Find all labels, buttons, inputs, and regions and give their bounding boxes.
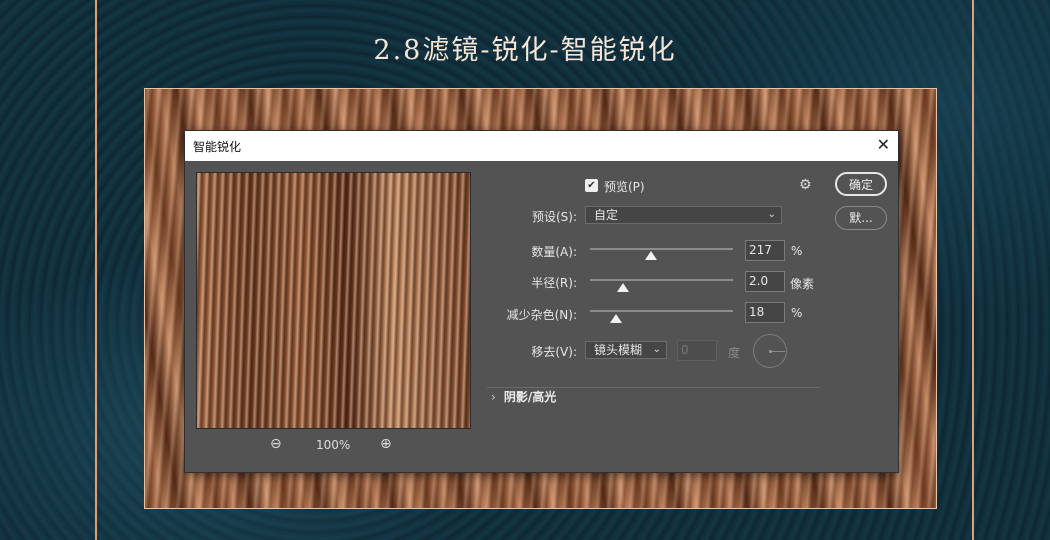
chevron-down-icon: ⌄: [652, 344, 661, 355]
radius-slider[interactable]: [590, 279, 733, 281]
smart-sharpen-dialog: 智能锐化 ✕ ⊖ 100% ⊕ ✔ 预览(P) ⚙ 确定 默... 预设(S):…: [184, 130, 899, 473]
noise-slider-thumb[interactable]: [609, 314, 622, 323]
amount-label: 数量(A):: [531, 245, 577, 259]
radius-label: 半径(R):: [531, 276, 577, 290]
amount-input[interactable]: 217: [745, 240, 785, 261]
amount-slider[interactable]: [590, 248, 733, 250]
radius-unit: 像素: [790, 277, 815, 291]
zoom-in-icon[interactable]: ⊕: [380, 436, 392, 452]
shadow-highlight-section[interactable]: › 阴影/高光: [491, 388, 556, 405]
noise-slider[interactable]: [590, 310, 733, 312]
amount-slider-thumb[interactable]: [645, 251, 658, 260]
default-button[interactable]: 默...: [835, 206, 887, 230]
ok-button[interactable]: 确定: [835, 172, 887, 196]
angle-unit: 度: [728, 346, 741, 360]
preview-image[interactable]: [196, 172, 471, 429]
remove-value: 镜头模糊: [594, 343, 643, 357]
preset-value: 自定: [594, 208, 619, 222]
angle-dial[interactable]: [753, 334, 787, 368]
slide-title: 2.8滤镜-锐化-智能锐化: [373, 35, 677, 66]
radius-slider-thumb[interactable]: [616, 283, 629, 292]
frame-line-right: [972, 0, 974, 540]
amount-unit: %: [791, 244, 803, 258]
angle-input[interactable]: 0: [677, 340, 717, 361]
dialog-title: 智能锐化: [193, 140, 242, 154]
zoom-controls: ⊖ 100% ⊕: [270, 436, 400, 454]
preset-select[interactable]: 自定 ⌄: [585, 206, 782, 224]
preset-label: 预设(S):: [531, 210, 577, 224]
section-label: 阴影/高光: [503, 390, 557, 404]
radius-input[interactable]: 2.0: [745, 271, 785, 292]
chevron-down-icon: ⌄: [767, 209, 776, 220]
noise-unit: %: [791, 306, 803, 320]
chevron-right-icon: ›: [491, 390, 496, 404]
close-icon[interactable]: ✕: [877, 136, 890, 154]
zoom-level: 100%: [316, 438, 351, 452]
preview-label: 预览(P): [604, 180, 645, 194]
gear-icon[interactable]: ⚙: [799, 177, 812, 193]
preview-checkbox[interactable]: ✔: [585, 179, 598, 192]
remove-select[interactable]: 镜头模糊 ⌄: [585, 341, 667, 359]
dialog-titlebar: 智能锐化 ✕: [185, 131, 898, 161]
zoom-out-icon[interactable]: ⊖: [270, 436, 282, 452]
remove-label: 移去(V):: [531, 345, 577, 359]
noise-input[interactable]: 18: [745, 302, 785, 323]
frame-line-left: [95, 0, 97, 540]
noise-label: 减少杂色(N):: [506, 308, 577, 322]
